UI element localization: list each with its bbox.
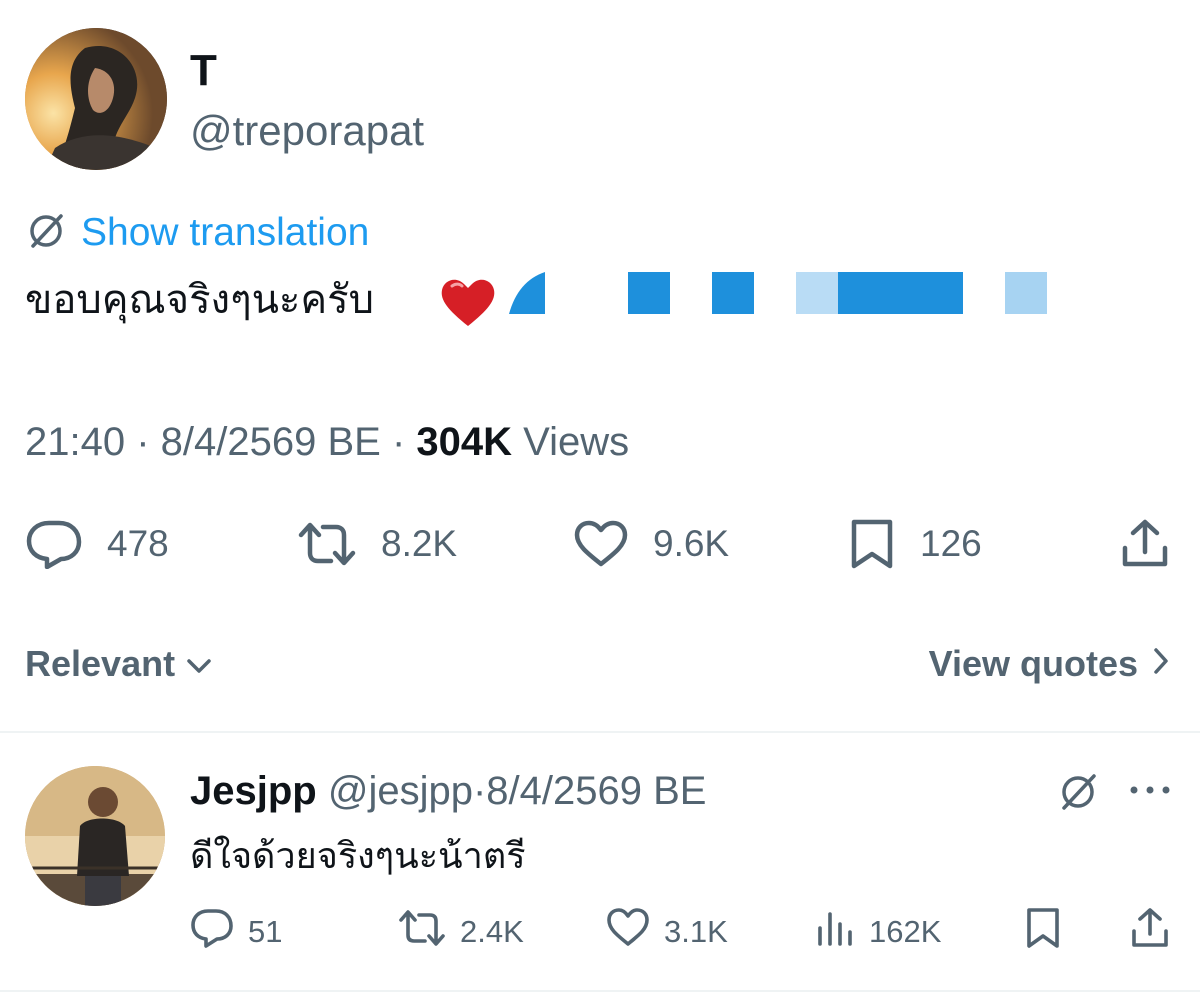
author-handle[interactable]: @treporapat [190,106,424,156]
separator-dot: · [472,769,487,813]
reply-translate-icon[interactable] [1056,770,1100,819]
censored-emoji [1005,272,1047,314]
like-count: 9.6K [653,523,730,564]
author-avatar[interactable] [25,28,167,170]
reply-count: 478 [107,523,169,564]
show-translation-label: Show translation [81,211,370,254]
retweet-button[interactable]: 8.2K [297,517,457,571]
reply-button[interactable]: 478 [25,517,169,571]
share-button[interactable] [1120,517,1170,571]
view-quotes-link[interactable]: View quotes [929,640,1170,688]
separator-dot: · [391,420,417,464]
separator-dot: · [136,420,161,464]
sort-label: Relevant [25,643,176,684]
reply-views-count: 162K [869,914,942,949]
bookmark-button[interactable]: 126 [848,517,982,571]
retweet-count: 8.2K [381,523,458,564]
divider [0,731,1200,733]
view-quotes-label: View quotes [928,643,1138,684]
views-count: 304K [416,420,513,464]
reply-like-button[interactable]: 3.1K [606,908,728,956]
bookmark-icon [848,518,896,570]
reply-bookmark-button[interactable] [1025,908,1061,956]
chevron-right-icon [1152,643,1170,685]
retweet-icon [297,521,357,567]
reply-author-name[interactable]: Jesjpp [190,769,317,813]
chevron-down-icon [185,643,213,685]
censored-emoji [712,272,754,314]
reply-retweet-button[interactable]: 2.4K [398,908,524,956]
reply-date[interactable]: 8/4/2569 BE [486,769,706,813]
author-display-name[interactable]: T [190,46,217,96]
bookmark-icon [1025,907,1061,957]
reply-icon [190,908,234,956]
like-icon [606,908,650,956]
heart-emoji-icon [438,272,498,332]
like-icon [573,520,629,568]
views-icon [815,908,855,956]
tweet-meta: 21:40 · 8/4/2569 BE · 304K Views [25,415,629,469]
share-icon [1130,907,1170,957]
views-label: Views [523,420,630,464]
reply-author-handle[interactable]: @jesjpp [328,769,473,813]
censored-emoji [509,272,545,314]
retweet-icon [398,909,446,955]
translate-globe-icon [25,210,67,257]
reply-header: Jesjpp @jesjpp·8/4/2569 BE [190,764,706,818]
reply-reply-count: 51 [248,914,283,949]
reply-icon [25,519,83,569]
reply-reply-button[interactable]: 51 [190,908,282,956]
tweet-time[interactable]: 21:40 [25,420,125,464]
share-icon [1120,518,1170,570]
reply-text: ดีใจด้วยจริงๆนะน้าตรี [190,836,526,877]
reply-like-count: 3.1K [664,914,728,949]
censored-emoji [796,272,838,314]
reply-author-avatar[interactable] [25,766,165,906]
more-icon[interactable] [1128,782,1172,803]
sort-dropdown[interactable]: Relevant [25,640,213,688]
bookmark-count: 126 [920,523,982,564]
show-translation-link[interactable]: Show translation [25,208,369,258]
reply-share-button[interactable] [1130,908,1170,956]
tweet-text: ขอบคุณจริงๆนะครับ [25,277,375,323]
censored-emoji [628,272,670,314]
reply-views-button[interactable]: 162K [815,908,941,956]
tweet-date[interactable]: 8/4/2569 BE [161,420,381,464]
reply-retweet-count: 2.4K [460,914,524,949]
like-button[interactable]: 9.6K [573,517,729,571]
divider [0,990,1200,992]
censored-emoji [838,272,963,314]
